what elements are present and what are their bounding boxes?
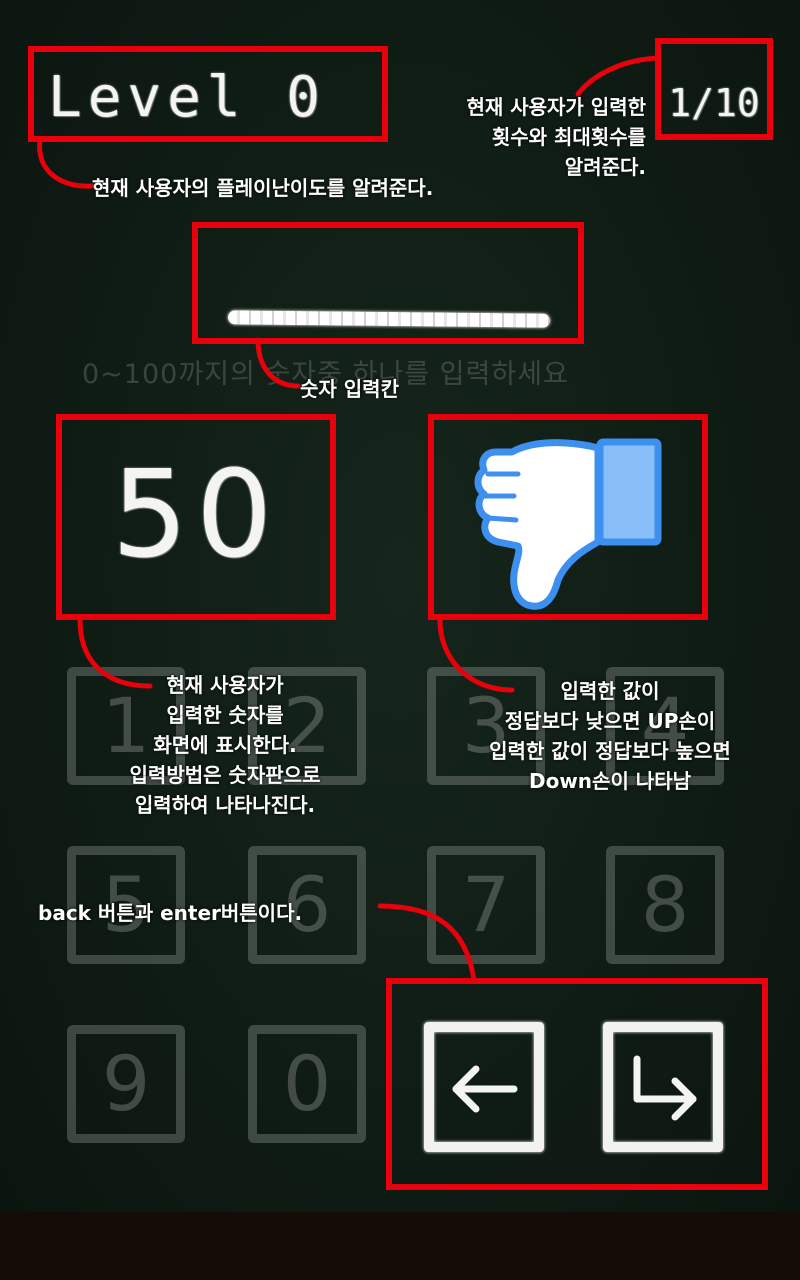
hint-annotation: 입력한 값이 정답보다 낮으면 UP손이 입력한 값이 정답보다 높으면 Dow…: [420, 676, 800, 796]
number-annotation-line: 현재 사용자가: [166, 673, 284, 697]
counter-annotation: 현재 사용자가 입력한 횟수와 최대횟수를 알려준다.: [400, 92, 646, 182]
hint-annotation-line: 정답보다 낮으면 UP손이: [504, 709, 716, 733]
input-annotation: 숫자 입력칸: [300, 377, 399, 401]
number-annotation-line: 입력방법은 숫자판으로: [129, 763, 321, 787]
buttons-annotation: back 버튼과 enter버튼이다.: [38, 901, 303, 925]
number-annotation-line: 입력한 숫자를: [166, 703, 284, 727]
counter-annotation-line: 알려준다.: [564, 155, 646, 179]
number-annotation-line: 입력하여 나타나진다.: [134, 793, 316, 817]
game-screen: 1 2 3 4 5 6 7 8 9 0 Level 0 1/10 0~100까지…: [0, 0, 800, 1280]
number-annotation-line: 화면에 표시한다.: [153, 733, 297, 757]
counter-annotation-line: 횟수와 최대횟수를: [491, 125, 646, 149]
hint-annotation-line: 입력한 값이 정답보다 높으면: [489, 739, 731, 763]
counter-annotation-line: 현재 사용자가 입력한: [466, 95, 646, 119]
bottom-bar: [0, 1212, 800, 1280]
hint-annotation-line: 입력한 값이: [560, 679, 660, 703]
number-annotation: 현재 사용자가 입력한 숫자를 화면에 표시한다. 입력방법은 숫자판으로 입력…: [70, 670, 380, 820]
hint-annotation-line: Down손이 나타남: [528, 769, 692, 793]
